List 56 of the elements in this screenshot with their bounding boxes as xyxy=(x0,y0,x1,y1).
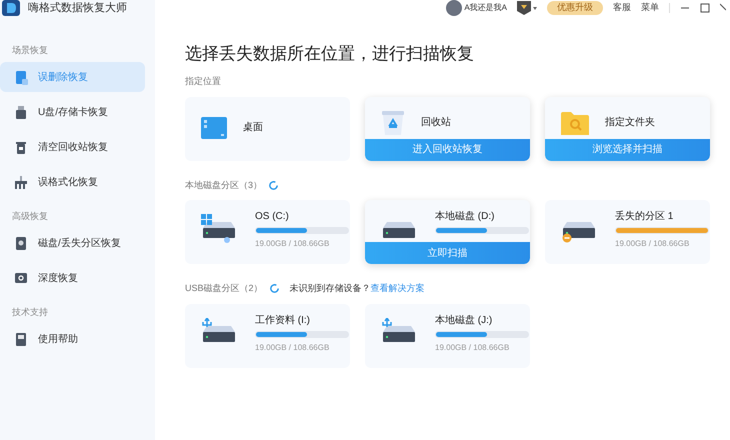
card-background[interactable]: 丢失的分区 1 19.00GB / 108.66GB xyxy=(545,200,710,264)
folder-search-icon xyxy=(561,110,589,134)
sidebar-group-label: 高级恢复 xyxy=(11,210,49,223)
desktop-icon xyxy=(201,116,227,138)
notice-text: 未识别到存储设备？ xyxy=(290,282,371,295)
menu-icon xyxy=(14,174,28,190)
sidebar-item[interactable]: U盘/存储卡恢复 xyxy=(0,97,145,127)
menu-icon xyxy=(14,270,28,286)
sidebar-group-label: 技术支持 xyxy=(11,306,49,319)
location-name: 回收站 xyxy=(421,116,451,130)
top-link[interactable]: 菜单 xyxy=(641,1,659,15)
close-icon[interactable] xyxy=(720,3,726,13)
maximize-icon[interactable] xyxy=(700,3,710,13)
menu-icon xyxy=(14,104,28,120)
card-background[interactable]: 工作资料 (I:) 19.00GB / 108.66GB xyxy=(185,304,350,368)
card-background[interactable]: 指定文件夹 浏览选择并扫描 xyxy=(545,96,710,160)
section-label: 指定位置 xyxy=(185,75,222,88)
drive-name: 本地磁盘 (J:) xyxy=(435,314,494,328)
user-avatar[interactable] xyxy=(446,0,462,16)
drive-name: 本地磁盘 (D:) xyxy=(435,210,496,224)
drive-name: 丢失的分区 1 xyxy=(615,210,674,224)
card-background[interactable]: 回收站 进入回收站恢复 xyxy=(365,96,530,160)
sidebar-item[interactable]: 磁盘/丢失分区恢复 xyxy=(0,228,145,258)
recycle-bin-icon xyxy=(381,110,405,134)
card-background[interactable]: 本地磁盘 (J:) 19.00GB / 108.66GB xyxy=(365,304,530,368)
capacity-text: 19.00GB / 108.66GB xyxy=(255,342,330,354)
card-background[interactable]: OS (C:) 19.00GB / 108.66GB xyxy=(185,200,350,264)
sidebar-item[interactable]: 使用帮助 xyxy=(0,324,145,354)
section-label: USB磁盘分区（2） xyxy=(185,282,263,295)
username[interactable]: A我还是我A xyxy=(464,2,507,14)
location-name: 桌面 xyxy=(243,120,263,135)
capacity-text: 19.00GB / 108.66GB xyxy=(615,238,690,250)
top-link[interactable]: 客服 xyxy=(613,1,631,15)
app-logo-icon xyxy=(2,0,20,16)
drive-name: OS (C:) xyxy=(255,210,290,224)
sidebar-item[interactable]: 清空回收站恢复 xyxy=(0,132,145,162)
section-label: 本地磁盘分区（3） xyxy=(185,178,262,192)
menu-icon xyxy=(14,332,28,346)
menu-icon xyxy=(14,140,28,154)
card-background[interactable]: 本地磁盘 (D:) 立即扫描 xyxy=(365,200,530,264)
page-heading: 选择丢失数据所在位置，进行扫描恢复 xyxy=(185,43,475,65)
drive-name: 工作资料 (I:) xyxy=(255,314,311,328)
app-title: 嗨格式数据恢复大师 xyxy=(28,0,127,16)
location-name: 指定文件夹 xyxy=(605,116,655,130)
capacity-text: 19.00GB / 108.66GB xyxy=(255,238,330,250)
upgrade-button[interactable]: 优惠升级 xyxy=(547,1,603,15)
sidebar-item[interactable]: 深度恢复 xyxy=(0,263,145,293)
capacity-text: 19.00GB / 108.66GB xyxy=(435,342,510,354)
sidebar-group-label: 场景恢复 xyxy=(11,44,49,57)
sidebar-item[interactable]: 误格式化恢复 xyxy=(0,167,145,197)
menu-icon xyxy=(14,236,28,250)
card-background[interactable]: 桌面 xyxy=(185,96,350,160)
refresh-icon[interactable] xyxy=(268,283,280,294)
refresh-icon[interactable] xyxy=(268,180,280,191)
menu-icon xyxy=(14,70,28,84)
vip-badge-icon[interactable] xyxy=(517,1,537,15)
